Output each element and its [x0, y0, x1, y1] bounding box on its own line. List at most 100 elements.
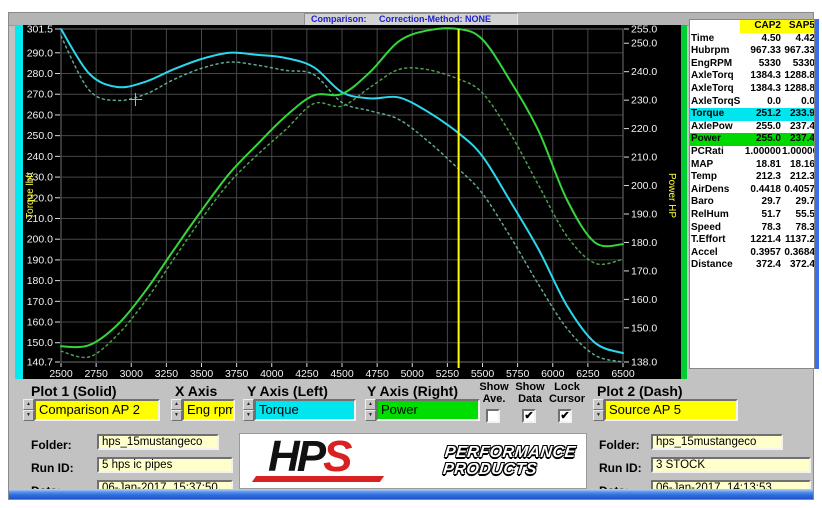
- row-value: 255.0: [740, 121, 782, 134]
- svg-text:3500: 3500: [190, 368, 214, 379]
- row-label: AirDens: [690, 184, 740, 197]
- folder-label-left: Folder:: [31, 438, 72, 452]
- lock-cursor-checkbox[interactable]: [558, 409, 572, 423]
- row-value: 1137.2: [782, 234, 815, 247]
- spinner-down-icon[interactable]: ▼: [23, 410, 34, 421]
- svg-text:170.0: 170.0: [27, 296, 53, 308]
- folder-label-right: Folder:: [599, 438, 640, 452]
- svg-text:260.0: 260.0: [27, 109, 53, 121]
- svg-text:270.0: 270.0: [27, 89, 53, 101]
- row-value: 18.81: [740, 159, 782, 172]
- svg-text:160.0: 160.0: [631, 294, 657, 306]
- spinner-down-icon[interactable]: ▼: [365, 410, 376, 421]
- row-value: 0.4418: [740, 184, 782, 197]
- row-label: Time: [690, 33, 740, 46]
- y-left-combo[interactable]: ▲ ▼ Torque: [243, 399, 356, 421]
- hps-letter-s: S: [323, 432, 349, 481]
- row-value: 0.4057: [782, 184, 815, 197]
- spinner-up-icon[interactable]: ▲: [365, 399, 376, 410]
- row-label: T.Effort: [690, 234, 740, 247]
- y-right-value[interactable]: Power: [376, 399, 480, 421]
- table-row: Baro29.729.7: [690, 196, 814, 209]
- plot2-label: Plot 2 (Dash): [597, 383, 683, 399]
- row-value: 212.3: [782, 171, 815, 184]
- svg-text:140.7: 140.7: [27, 357, 53, 369]
- table-row: AirDens0.44180.4057: [690, 184, 814, 197]
- table-row: Torque251.2233.9: [690, 108, 814, 121]
- row-value: 1384.3: [740, 70, 782, 83]
- spinner-up-icon[interactable]: ▲: [243, 399, 254, 410]
- y-right-spinner[interactable]: ▲ ▼: [365, 399, 376, 421]
- window-bottom-frame: [9, 489, 813, 499]
- svg-text:4000: 4000: [260, 368, 284, 379]
- panel-edge-strip: [815, 19, 819, 369]
- row-value: 1.00000: [740, 146, 782, 159]
- table-row: Temp212.3212.3: [690, 171, 814, 184]
- x-axis-spinner[interactable]: ▲ ▼: [171, 399, 182, 421]
- table-row: AxlePow255.0237.4: [690, 121, 814, 134]
- svg-text:Torque lbft: Torque lbft: [25, 172, 36, 219]
- plot1-label: Plot 1 (Solid): [31, 383, 117, 399]
- table-row: Accel0.39570.3684: [690, 247, 814, 260]
- plot2-combo[interactable]: ▲ ▼ Source AP 5: [593, 399, 738, 421]
- spinner-down-icon[interactable]: ▼: [171, 410, 182, 421]
- svg-text:200.0: 200.0: [631, 180, 657, 192]
- table-row: EngRPM53305330: [690, 58, 814, 71]
- spinner-up-icon[interactable]: ▲: [593, 399, 604, 410]
- svg-text:200.0: 200.0: [27, 234, 53, 246]
- folder-field-left[interactable]: hps_15mustangeco: [97, 434, 219, 450]
- row-label: Distance: [690, 259, 740, 272]
- svg-text:301.5: 301.5: [27, 25, 53, 36]
- plot1-combo[interactable]: ▲ ▼ Comparison AP 2: [23, 399, 160, 421]
- row-label: Torque: [690, 108, 740, 121]
- logo-line2: PRODUCTS: [442, 461, 575, 478]
- hps-letters: HP: [268, 432, 323, 481]
- show-ave-checkbox[interactable]: [486, 409, 500, 423]
- column-header-cap2: CAP2: [740, 20, 782, 33]
- row-label: Temp: [690, 171, 740, 184]
- row-label: AxleTorq: [690, 70, 740, 83]
- spinner-down-icon[interactable]: ▼: [593, 410, 604, 421]
- runid-field-right[interactable]: 3 STOCK: [651, 457, 811, 473]
- spinner-up-icon[interactable]: ▲: [23, 399, 34, 410]
- show-data-checkbox[interactable]: [522, 409, 536, 423]
- svg-text:138.0: 138.0: [631, 357, 657, 369]
- folder-field-right[interactable]: hps_15mustangeco: [651, 434, 783, 450]
- row-value: 0.0: [740, 96, 782, 109]
- svg-text:6250: 6250: [576, 368, 600, 379]
- x-axis-combo[interactable]: ▲ ▼ Eng rpm: [171, 399, 235, 421]
- table-row: T.Effort1221.41137.2: [690, 234, 814, 247]
- dyno-chart[interactable]: 301.5290.0280.0270.0260.0250.0240.0230.0…: [23, 25, 681, 379]
- spinner-up-icon[interactable]: ▲: [171, 399, 182, 410]
- table-row: AxleTorq1384.31288.8: [690, 83, 814, 96]
- y-left-value[interactable]: Torque: [254, 399, 356, 421]
- x-axis-value[interactable]: Eng rpm: [182, 399, 235, 421]
- row-value: 212.3: [740, 171, 782, 184]
- show-ave-label: Show Ave.: [475, 381, 513, 405]
- svg-text:Power HP: Power HP: [666, 173, 677, 218]
- svg-text:5500: 5500: [471, 368, 495, 379]
- runid-field-left[interactable]: 5 hps ic pipes: [97, 457, 233, 473]
- row-value: 251.2: [740, 108, 782, 121]
- svg-text:5000: 5000: [401, 368, 425, 379]
- row-label: Baro: [690, 196, 740, 209]
- table-row: Power255.0237.4: [690, 133, 814, 146]
- plot1-value[interactable]: Comparison AP 2: [34, 399, 160, 421]
- data-readout-panel: CAP2 SAP5 Time4.504.42Hubrpm967.33967.33…: [689, 19, 815, 369]
- row-label: Accel: [690, 247, 740, 260]
- svg-text:2750: 2750: [84, 368, 108, 379]
- dyno-app: Comparison: Correction-Method: NONE 301.…: [0, 0, 822, 508]
- row-value: 0.3684: [782, 247, 815, 260]
- plot2-value[interactable]: Source AP 5: [604, 399, 738, 421]
- row-label: Hubrpm: [690, 45, 740, 58]
- plot2-spinner[interactable]: ▲ ▼: [593, 399, 604, 421]
- y-left-spinner[interactable]: ▲ ▼: [243, 399, 254, 421]
- spinner-down-icon[interactable]: ▼: [243, 410, 254, 421]
- svg-text:150.0: 150.0: [27, 337, 53, 349]
- table-row: Time4.504.42: [690, 33, 814, 46]
- row-label: RelHum: [690, 209, 740, 222]
- row-value: 255.0: [740, 133, 782, 146]
- y-right-combo[interactable]: ▲ ▼ Power: [365, 399, 480, 421]
- row-value: 1384.3: [740, 83, 782, 96]
- plot1-spinner[interactable]: ▲ ▼: [23, 399, 34, 421]
